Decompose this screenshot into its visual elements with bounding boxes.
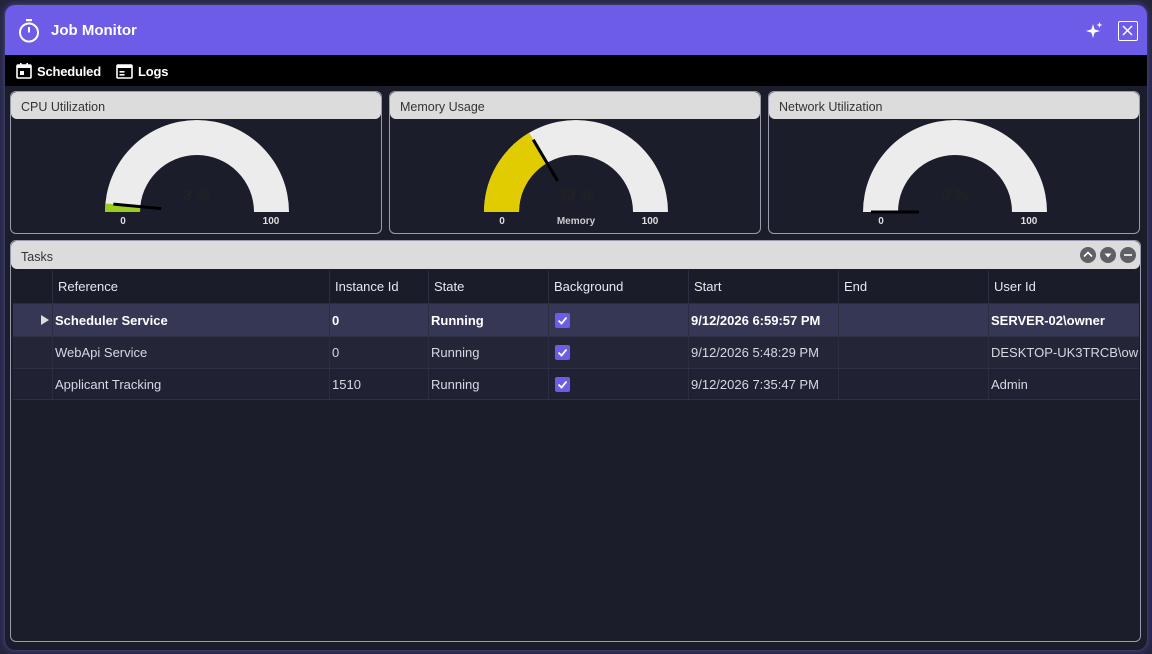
close-button[interactable] xyxy=(1118,21,1138,41)
checkmark-icon xyxy=(557,316,568,325)
table-row[interactable]: Applicant Tracking 1510 Running 9/12/202… xyxy=(13,368,1139,400)
cell-user-id: Admin xyxy=(991,376,1028,392)
sparkle-icon[interactable] xyxy=(1084,21,1104,41)
cell-end xyxy=(839,369,989,399)
cell-instance-id: 0 xyxy=(330,337,429,368)
cell-state: Running xyxy=(429,369,549,399)
scheduled-button[interactable]: Scheduled xyxy=(16,62,101,80)
cell-state: Running xyxy=(429,304,549,336)
memory-max-label: 100 xyxy=(642,216,659,227)
network-utilization-title: Network Utilization xyxy=(769,92,1139,119)
column-header-end[interactable]: End xyxy=(839,270,989,303)
toolbar: Scheduled Logs xyxy=(5,55,1147,86)
cpu-utilization-title: CPU Utilization xyxy=(11,92,381,119)
tasks-header-controls xyxy=(1080,247,1136,263)
column-header-instance-id[interactable]: Instance Id xyxy=(330,270,429,303)
tasks-collapse-button[interactable] xyxy=(1100,247,1116,263)
close-icon xyxy=(1122,25,1133,36)
column-header-start[interactable]: Start xyxy=(689,270,839,303)
network-value: 0 % xyxy=(941,187,969,204)
log-window-icon xyxy=(116,63,133,79)
network-utilization-panel: Network Utilization 0 % 0 100 xyxy=(768,91,1140,234)
cell-user-id: SERVER-02\owner xyxy=(991,312,1105,328)
tasks-panel: Tasks Reference Instance Id State Backgr… xyxy=(10,240,1141,642)
cell-state: Running xyxy=(429,337,549,368)
table-row[interactable]: Scheduler Service 0 Running 9/12/2026 6:… xyxy=(13,304,1139,336)
cell-background xyxy=(549,369,689,399)
cell-reference: Scheduler Service xyxy=(53,304,330,336)
column-header-state[interactable]: State xyxy=(429,270,549,303)
background-checkbox[interactable] xyxy=(555,345,570,360)
stopwatch-icon xyxy=(19,19,39,43)
background-checkbox[interactable] xyxy=(555,376,570,392)
table-row[interactable]: WebApi Service 0 Running 9/12/2026 5:48:… xyxy=(13,336,1139,368)
cell-user-id: DESKTOP-UK3TRCB\owner xyxy=(991,345,1139,360)
cell-background xyxy=(549,304,689,336)
memory-min-label: 0 xyxy=(499,216,505,227)
network-min-label: 0 xyxy=(878,216,884,227)
row-indicator xyxy=(13,304,53,336)
row-indicator xyxy=(13,369,53,399)
cell-instance-id: 1510 xyxy=(330,369,429,399)
scheduled-label: Scheduled xyxy=(37,63,101,79)
memory-gauge: 33 % Memory 0 100 xyxy=(484,120,668,227)
column-header-background[interactable]: Background xyxy=(549,270,689,303)
cell-start: 9/12/2026 5:48:29 PM xyxy=(689,337,839,368)
network-gauge: 0 % 0 100 xyxy=(863,120,1047,227)
cell-background xyxy=(549,337,689,368)
row-indicator xyxy=(13,337,53,368)
tasks-header: Tasks xyxy=(11,241,1140,269)
tasks-minimize-button[interactable] xyxy=(1120,247,1136,263)
minus-icon xyxy=(1124,254,1132,256)
checkmark-icon xyxy=(557,380,568,389)
cell-end xyxy=(839,337,989,368)
cell-start: 9/12/2026 6:59:57 PM xyxy=(689,304,839,336)
checkmark-icon xyxy=(557,348,568,357)
cpu-min-label: 0 xyxy=(120,216,126,227)
memory-caption: Memory xyxy=(557,216,596,227)
logs-label: Logs xyxy=(138,63,169,79)
memory-usage-title: Memory Usage xyxy=(390,92,760,119)
chevron-up-icon xyxy=(1083,251,1093,258)
cell-instance-id: 0 xyxy=(330,304,429,336)
memory-usage-panel: Memory Usage 33 % Memory 0 100 xyxy=(389,91,761,234)
cpu-max-label: 100 xyxy=(263,216,280,227)
calendar-icon xyxy=(16,63,32,79)
grid-header-row: Reference Instance Id State Background S… xyxy=(13,270,1139,304)
cell-reference: Applicant Tracking xyxy=(53,369,330,399)
cpu-gauge: 3 % 0 100 xyxy=(105,120,289,227)
column-header-reference[interactable]: Reference xyxy=(53,270,330,303)
caret-down-icon xyxy=(1104,253,1112,258)
network-max-label: 100 xyxy=(1021,216,1038,227)
memory-value: 33 % xyxy=(558,187,594,204)
cell-reference: WebApi Service xyxy=(53,337,330,368)
column-header-user-id[interactable]: User Id xyxy=(989,270,1139,303)
play-arrow-icon xyxy=(41,315,49,325)
cpu-value: 3 % xyxy=(183,187,211,204)
cell-start: 9/12/2026 7:35:47 PM xyxy=(689,369,839,399)
title-bar: Job Monitor xyxy=(5,5,1147,55)
tasks-grid: Reference Instance Id State Background S… xyxy=(13,270,1139,400)
background-checkbox[interactable] xyxy=(555,312,570,328)
job-monitor-window: Job Monitor Scheduled Logs CPU Utilizati… xyxy=(5,5,1147,650)
row-indicator-header xyxy=(13,270,53,303)
logs-button[interactable]: Logs xyxy=(116,62,168,80)
window-title: Job Monitor xyxy=(51,22,137,39)
tasks-title: Tasks xyxy=(21,250,53,264)
tasks-restore-button[interactable] xyxy=(1080,247,1096,263)
cell-end xyxy=(839,304,989,336)
cpu-utilization-panel: CPU Utilization 3 % 0 100 xyxy=(10,91,382,234)
